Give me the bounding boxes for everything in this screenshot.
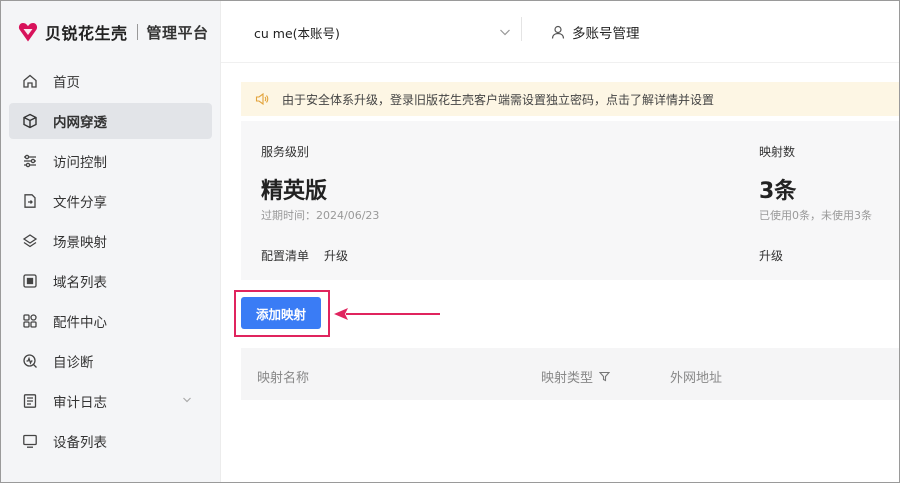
sliders-icon — [22, 153, 38, 169]
sidebar: 贝锐花生壳 管理平台 首页 内网穿透 访问控制 文件分享 场景映射 域名列表 配… — [1, 1, 221, 482]
sidebar-item-home[interactable]: 首页 — [9, 63, 212, 99]
monitor-icon — [22, 433, 38, 449]
sidebar-item-label: 首页 — [53, 75, 80, 91]
sidebar-item-label: 配件中心 — [53, 315, 107, 331]
config-list-link[interactable]: 配置清单 — [261, 247, 309, 264]
column-label: 映射类型 — [541, 371, 594, 386]
chevron-down-icon[interactable] — [182, 395, 192, 405]
filter-icon[interactable] — [599, 371, 611, 382]
column-header-mapping-type: 映射类型 — [541, 367, 611, 386]
column-label: 映射名称 — [257, 371, 310, 386]
service-level-value: 精英版 — [261, 179, 328, 204]
account-selector[interactable]: cu me(本账号) — [221, 1, 521, 63]
sidebar-item-label: 文件分享 — [53, 195, 107, 211]
sidebar-item-scene-mapping[interactable]: 场景映射 — [9, 223, 212, 259]
sidebar-item-label: 自诊断 — [53, 355, 94, 371]
sidebar-nav: 首页 内网穿透 访问控制 文件分享 场景映射 域名列表 配件中心 自诊断 审计日… — [1, 63, 220, 459]
home-icon — [22, 73, 38, 89]
mapping-count-label: 映射数 — [759, 145, 796, 159]
sidebar-item-label: 审计日志 — [53, 395, 107, 411]
annotation-arrow-icon — [334, 308, 440, 320]
column-header-mapping-name: 映射名称 — [257, 367, 309, 386]
sidebar-item-accessory-center[interactable]: 配件中心 — [9, 303, 212, 339]
cube-icon — [22, 113, 38, 129]
mapping-upgrade-link[interactable]: 升级 — [759, 247, 783, 264]
sidebar-item-device-list[interactable]: 设备列表 — [9, 423, 212, 459]
expiry-date: 过期时间：2024/06/23 — [261, 209, 380, 222]
user-icon — [551, 25, 565, 39]
column-header-public-address: 外网地址 — [670, 367, 722, 386]
brand-divider — [136, 24, 138, 40]
sidebar-item-label: 域名列表 — [53, 275, 107, 291]
brand-subtitle: 管理平台 — [146, 23, 209, 42]
header-divider — [521, 17, 522, 41]
chevron-down-icon[interactable] — [499, 26, 511, 38]
add-mapping-button[interactable]: 添加映射 — [241, 297, 321, 329]
service-info-card: 服务级别 精英版 过期时间：2024/06/23 配置清单 升级 映射数 3条 … — [241, 121, 899, 280]
account-name: cu me(本账号) — [254, 25, 340, 41]
grid-icon — [22, 313, 38, 329]
diagnose-icon — [22, 353, 38, 369]
mapping-table-header: 映射名称 映射类型 外网地址 — [241, 348, 899, 400]
mapping-usage-detail: 已使用0条，未使用3条 — [759, 209, 872, 222]
sidebar-item-label: 设备列表 — [53, 435, 107, 451]
notice-text: 由于安全体系升级，登录旧版花生壳客户端需设置独立密码，点击了解详情并设置 — [282, 92, 715, 107]
upgrade-link[interactable]: 升级 — [324, 247, 348, 264]
top-header: cu me(本账号) 多账号管理 — [221, 1, 899, 63]
sidebar-item-intranet-penetration[interactable]: 内网穿透 — [9, 103, 212, 139]
brand-name: 贝锐花生壳 — [45, 24, 128, 43]
sidebar-item-domain-list[interactable]: 域名列表 — [9, 263, 212, 299]
brand[interactable]: 贝锐花生壳 管理平台 — [1, 1, 220, 63]
column-label: 外网地址 — [670, 371, 723, 386]
log-icon — [22, 393, 38, 409]
domain-icon — [22, 273, 38, 289]
sidebar-item-label: 内网穿透 — [53, 115, 107, 131]
security-notice-bar[interactable]: 由于安全体系升级，登录旧版花生壳客户端需设置独立密码，点击了解详情并设置 — [241, 82, 899, 116]
peanut-logo-icon — [18, 23, 38, 42]
sidebar-item-file-share[interactable]: 文件分享 — [9, 183, 212, 219]
multi-account-link[interactable]: 多账号管理 — [551, 1, 640, 63]
service-level-label: 服务级别 — [261, 145, 310, 159]
file-share-icon — [22, 193, 38, 209]
sidebar-item-label: 场景映射 — [53, 235, 107, 251]
layers-icon — [22, 233, 38, 249]
speaker-icon — [255, 92, 269, 106]
mapping-count-value: 3条 — [759, 179, 797, 204]
multi-account-label: 多账号管理 — [572, 26, 640, 42]
sidebar-item-access-control[interactable]: 访问控制 — [9, 143, 212, 179]
sidebar-item-self-diagnose[interactable]: 自诊断 — [9, 343, 212, 379]
sidebar-item-audit-log[interactable]: 审计日志 — [9, 383, 212, 419]
app-window: 贝锐花生壳 管理平台 首页 内网穿透 访问控制 文件分享 场景映射 域名列表 配… — [0, 0, 900, 483]
sidebar-item-label: 访问控制 — [53, 155, 107, 171]
